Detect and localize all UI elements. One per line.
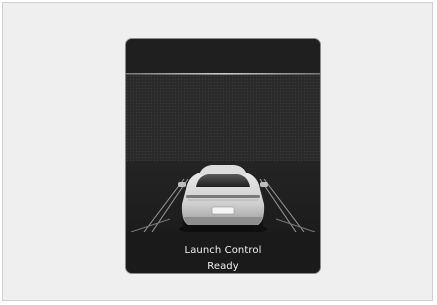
display-header-area [126, 39, 320, 73]
ready-status-label: Ready [207, 261, 239, 272]
display-texture [126, 75, 320, 161]
page-frame: Launch Control Ready [2, 2, 433, 301]
launch-control-label: Launch Control [184, 245, 262, 256]
cluster-display: Launch Control Ready [125, 38, 321, 274]
display-separator [126, 73, 320, 75]
